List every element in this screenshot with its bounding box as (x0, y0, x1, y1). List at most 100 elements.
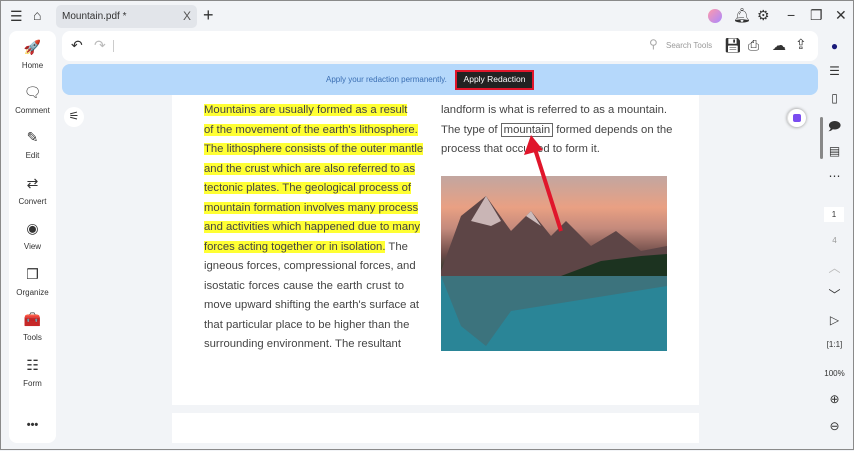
text-line: tectonic plates. The geological process … (204, 179, 412, 199)
text-line: and the crust which are also referred to… (204, 160, 415, 180)
sidebar-item-edit[interactable]: ✎ Edit (9, 129, 56, 160)
search-tools-input[interactable]: Search Tools (666, 41, 712, 50)
sidebar-label: Organize (16, 288, 49, 297)
current-page[interactable]: 1 (824, 207, 844, 222)
highlighted-text: and the crust which are also referred to… (204, 162, 415, 175)
close-tab-icon[interactable]: X (183, 9, 191, 23)
new-tab-button[interactable]: + (203, 6, 214, 24)
text-segment: move upward shifting the earth's surface… (204, 299, 420, 311)
more-button[interactable]: ••• (9, 419, 56, 431)
home-icon[interactable]: ⌂ (33, 8, 41, 22)
sidebar-item-tools[interactable]: 🧰 Tools (9, 311, 56, 342)
comment-icon: 🗨 (23, 84, 42, 100)
pdf-page-2 (172, 413, 699, 443)
ai-robot-icon[interactable]: ● (816, 39, 853, 53)
form-icon: ☷ (26, 357, 39, 373)
avatar[interactable] (708, 9, 722, 23)
close-window-button[interactable]: ✕ (835, 8, 847, 22)
tools-icon: 🧰 (23, 311, 42, 327)
right-panel: ● ☰ ▯ 🗩 ▤ ⋯ 1 4 ︿ ﹀ ▷ [1:1] 100% ⊕ ⊖ (816, 31, 853, 451)
text-line: surrounding environment. The resultant (204, 335, 404, 355)
sidebar-item-form[interactable]: ☷ Form (9, 357, 56, 388)
highlighted-text: mountain formation involves many process (204, 201, 419, 214)
title-bar: ☰ ⌂ Mountain.pdf * X + 🔔︎ ⚙ − ❐ ✕ (1, 1, 854, 31)
highlighted-text: of the movement of the earth's lithosphe… (204, 123, 418, 136)
redo-icon[interactable]: ↷ (94, 38, 106, 52)
bell-icon[interactable]: 🔔︎ (733, 8, 751, 22)
left-column: Mountains are usually formed as a result… (204, 101, 424, 355)
highlighted-text: and activities which happened due to man… (204, 221, 421, 233)
sidebar-item-home[interactable]: 🚀 Home (9, 39, 56, 70)
minimize-button[interactable]: − (787, 8, 795, 22)
chevron-down-icon[interactable]: ﹀ (816, 286, 853, 303)
text-line: move upward shifting the earth's surface… (204, 296, 419, 316)
text-segment: The type of (441, 123, 501, 136)
text-line: forces acting together or in isolation. … (204, 238, 408, 258)
view-icon: ◉ (26, 220, 39, 236)
zoom-out-icon[interactable]: ⊖ (816, 419, 853, 433)
text-line: and activities which happened due to man… (204, 218, 421, 238)
sidebar-item-view[interactable]: ◉ View (9, 220, 56, 251)
text-line: that particular place to be higher than … (204, 316, 409, 336)
red-arrow-annotation (524, 135, 563, 232)
text-segment: formed depends on the (553, 123, 673, 136)
toolbar: ↶ ↷ ⚲ Search Tools 💾︎ ⎙ ☁ ⇪ (62, 31, 818, 61)
sidebar-item-comment[interactable]: 🗨 Comment (9, 84, 56, 115)
highlighted-text: forces acting together or in isolation. (204, 240, 386, 253)
sidebar-item-convert[interactable]: ⇄ Convert (9, 175, 56, 206)
apply-redaction-button[interactable]: Apply Redaction (455, 70, 534, 90)
tab-mountain-pdf[interactable]: Mountain.pdf * X (56, 5, 197, 28)
highlighted-text: The lithosphere consists of the outer ma… (204, 143, 424, 155)
redaction-banner: Apply your redaction permanently. Apply … (62, 64, 818, 95)
sidebar-label: View (23, 242, 42, 251)
sidebar-label: Comment (15, 106, 50, 115)
thumbnails-icon[interactable]: ☰ (816, 64, 853, 78)
highlighted-text: Mountains are usually formed as a result (204, 104, 408, 116)
text-segment: The (385, 240, 408, 253)
sidebar-item-organize[interactable]: ❒ Organize (9, 266, 56, 297)
select-cursor-icon[interactable]: ▷ (816, 313, 853, 327)
gear-icon[interactable]: ⚙ (757, 8, 770, 22)
divider (113, 40, 114, 52)
cloud-upload-icon[interactable]: ☁ (772, 38, 786, 52)
total-pages: 4 (832, 236, 837, 245)
text-line: igneous forces, compressional forces, an… (204, 257, 416, 277)
save-icon[interactable]: 💾︎ (724, 38, 742, 52)
left-sidebar: 🚀 Home 🗨 Comment ✎ Edit ⇄ Convert ◉ View ❒ Org… (9, 31, 56, 443)
zoom-in-icon[interactable]: ⊕ (816, 392, 853, 406)
sidebar-label: Convert (18, 197, 47, 206)
sidebar-label: Edit (25, 151, 40, 160)
edit-icon: ✎ (26, 129, 39, 145)
restore-button[interactable]: ❐ (810, 8, 823, 22)
text-line: mountain formation involves many process (204, 199, 419, 219)
chevron-up-icon[interactable]: ︿ (816, 259, 853, 276)
filter-settings-icon[interactable]: ⚟ (64, 107, 84, 127)
banner-message: Apply your redaction permanently. (326, 75, 447, 84)
text-segment: isostatic forces cause the earth crust t… (204, 279, 404, 292)
text-line: Mountains are usually formed as a result (204, 101, 408, 121)
text-segment: surrounding environment. The resultant (204, 338, 401, 350)
menu-icon[interactable]: ☰ (10, 9, 23, 23)
text-line: isostatic forces cause the earth crust t… (204, 277, 404, 297)
print-icon[interactable]: ⎙ (748, 38, 759, 52)
rocket-icon: 🚀 (23, 39, 42, 55)
text-line: The lithosphere consists of the outer ma… (204, 140, 424, 160)
text-line: landform is what is referred to as a mou… (441, 104, 668, 116)
zoom-level[interactable]: 100% (816, 369, 853, 378)
sidebar-label: Form (23, 379, 42, 388)
sidebar-label: Home (21, 61, 44, 70)
tab-title: Mountain.pdf * (62, 11, 127, 22)
convert-icon: ⇄ (26, 175, 39, 191)
organize-icon: ❒ (26, 266, 39, 282)
search-icon: ⚲ (649, 37, 658, 51)
bookmark-icon[interactable]: ▯ (816, 91, 853, 105)
share-icon[interactable]: ⇪ (795, 37, 807, 51)
fit-page-icon[interactable]: [1:1] (816, 340, 853, 349)
undo-icon[interactable]: ↶ (71, 38, 83, 52)
more-icon[interactable]: ⋯ (816, 169, 853, 183)
ai-assistant-button[interactable] (788, 109, 806, 127)
text-line: of the movement of the earth's lithosphe… (204, 121, 418, 141)
scrollbar[interactable] (820, 117, 823, 159)
text-segment: that particular place to be higher than … (204, 318, 410, 331)
highlighted-text: tectonic plates. The geological process … (204, 182, 412, 194)
